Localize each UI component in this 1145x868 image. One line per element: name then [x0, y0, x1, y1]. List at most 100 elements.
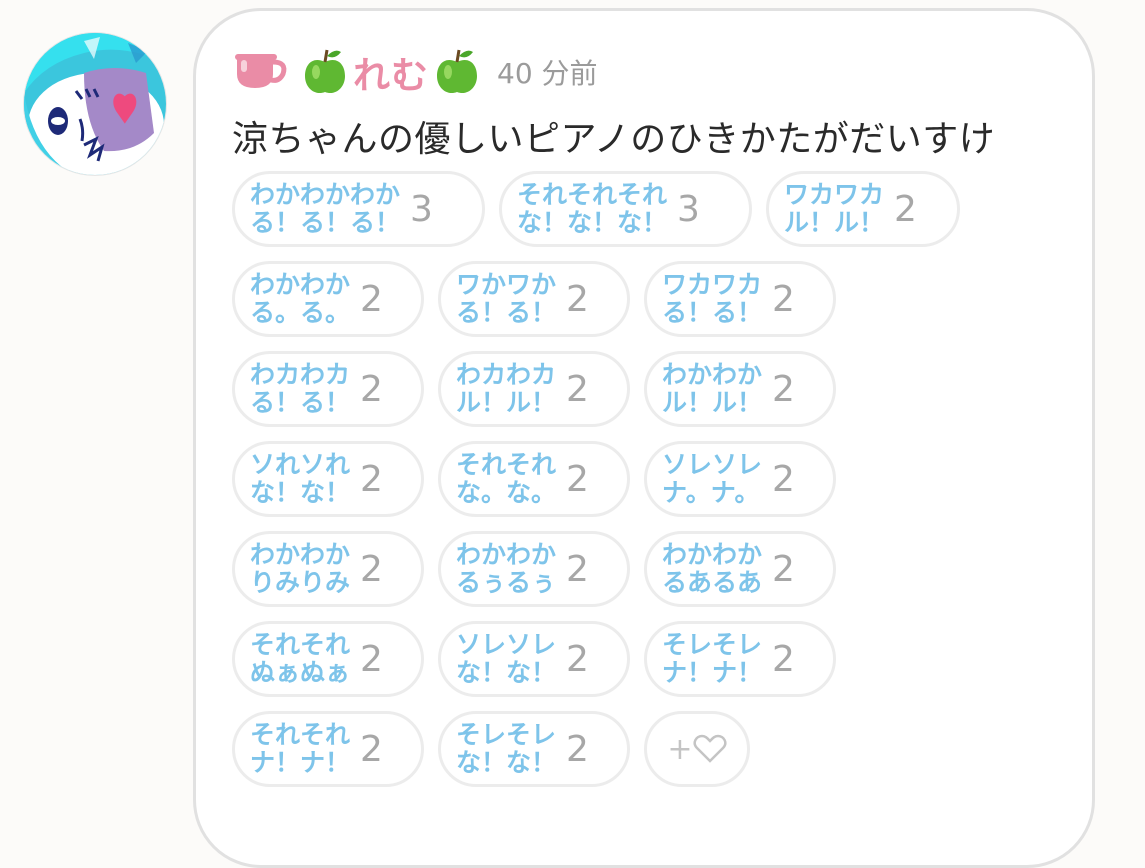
reaction-label-line: る！る！ [456, 298, 557, 327]
reaction-label-line: そレそレ [662, 630, 763, 659]
reaction-row: わかわか りみりみ 2 わかわか るぅるぅ 2 わかわか るあるあ 2 [232, 531, 1072, 607]
reaction-label: そレそレ ナ！ナ！ [662, 631, 762, 687]
reaction-count: 3 [677, 188, 700, 230]
reaction-chip[interactable]: ワかワか る！る！ 2 [438, 261, 630, 337]
avatar[interactable] [24, 33, 166, 175]
reaction-row: それそれ ナ！ナ！ 2 そレそレ な！な！ 2 + [232, 711, 1072, 787]
add-reaction-button[interactable]: + [644, 711, 750, 787]
reaction-chip[interactable]: わかわか ル！ル！ 2 [644, 351, 836, 427]
reaction-chip[interactable]: そレそレ な！な！ 2 [438, 711, 630, 787]
reaction-label: わカわカ ル！ル！ [456, 361, 556, 417]
reaction-chip[interactable]: わかわか るあるあ 2 [644, 531, 836, 607]
heart-outline-icon [693, 734, 727, 763]
reaction-chip[interactable]: わかわか りみりみ 2 [232, 531, 424, 607]
reaction-label: ワカワカ る！る！ [662, 271, 762, 327]
reaction-chip[interactable]: それそれ ぬぁぬぁ 2 [232, 621, 424, 697]
reaction-count: 2 [566, 458, 589, 500]
reaction-count: 2 [894, 188, 917, 230]
plus-icon: + [667, 731, 693, 767]
reaction-chip[interactable]: わかわかわか る！る！る！ 3 [232, 171, 485, 247]
reaction-chip[interactable]: それそれそれ な！な！な！ 3 [499, 171, 752, 247]
reaction-label-line: ル！ル！ [784, 208, 885, 237]
reaction-label-line: る。る。 [250, 298, 351, 327]
reaction-label-line: ソレソレ [456, 630, 557, 659]
reaction-row: ソれソれ な！な！ 2 それそれ な。な。 2 ソレソレ ナ。ナ。 2 [232, 441, 1072, 517]
reaction-label-line: わかわかわか [250, 180, 401, 209]
reaction-label-line: ソレソレ [662, 450, 763, 479]
reaction-label: わかわかわか る！る！る！ [250, 181, 400, 237]
timestamp: 40 分前 [497, 57, 598, 90]
reaction-label: わかわか るぅるぅ [456, 541, 556, 597]
reaction-label: わかわか ル！ル！ [662, 361, 762, 417]
reaction-count: 2 [566, 278, 589, 320]
reaction-count: 3 [410, 188, 433, 230]
reaction-chip[interactable]: わカわカ る！る！ 2 [232, 351, 424, 427]
reaction-label: ソれソれ な！な！ [250, 451, 350, 507]
reaction-chip[interactable]: それそれ ナ！ナ！ 2 [232, 711, 424, 787]
green-apple-icon [437, 49, 477, 94]
reaction-label-line: わかわか [250, 540, 351, 569]
reaction-label: わかわか る。る。 [250, 271, 350, 327]
reaction-label: ワかワか る！る！ [456, 271, 556, 327]
reaction-label-line: る！る！ [250, 388, 351, 417]
reaction-count: 2 [360, 368, 383, 410]
reaction-label: そレそレ な！な！ [456, 721, 556, 777]
reaction-row: わかわかわか る！る！る！ 3 それそれそれ な！な！な！ 3 ワカワカ ル！ル！ 2 [232, 171, 1072, 247]
reaction-label: わかわか りみりみ [250, 541, 350, 597]
reaction-chip[interactable]: ソレソレ な！な！ 2 [438, 621, 630, 697]
reaction-label-line: ナ。ナ。 [662, 478, 760, 507]
reaction-label-line: ワカワカ [784, 180, 885, 209]
reaction-label-line: ル！ル！ [662, 388, 763, 417]
green-apple-icon [305, 49, 345, 94]
reaction-label-line: ル！ル！ [456, 388, 557, 417]
reaction-chip[interactable]: ワカワカ る！る！ 2 [644, 261, 836, 337]
reaction-row: わかわか る。る。 2 ワかワか る！る！ 2 ワカワカ る！る！ 2 [232, 261, 1072, 337]
reaction-label: それそれ な。な。 [456, 451, 556, 507]
reaction-label-line: ナ！ナ！ [662, 658, 763, 687]
reaction-label-line: わかわか [662, 540, 763, 569]
reaction-chip[interactable]: それそれ な。な。 2 [438, 441, 630, 517]
reaction-label-line: るあるあ [662, 568, 763, 597]
reaction-label-line: な！な！ [250, 478, 351, 507]
reaction-label-line: わかわか [456, 540, 557, 569]
reaction-count: 2 [772, 368, 795, 410]
reaction-label-line: ナ！ナ！ [250, 748, 351, 777]
reaction-chip[interactable]: わカわカ ル！ル！ 2 [438, 351, 630, 427]
reaction-count: 2 [772, 458, 795, 500]
reaction-list: わかわかわか る！る！る！ 3 それそれそれ な！な！な！ 3 ワカワカ ル！ル！ 2 わかわかる… [232, 171, 1072, 801]
reaction-count: 2 [566, 548, 589, 590]
reaction-count: 2 [360, 278, 383, 320]
reaction-count: 2 [360, 638, 383, 680]
reaction-label-line: それそれそれ [517, 180, 668, 209]
reaction-label-line: ソれソれ [250, 450, 351, 479]
reaction-count: 2 [772, 278, 795, 320]
reaction-label-line: な！な！ [456, 748, 557, 777]
reaction-label-line: そレそレ [456, 720, 557, 749]
reaction-label: それそれ ぬぁぬぁ [250, 631, 350, 687]
reaction-label-line: わカわカ [456, 360, 557, 389]
post-header: れむ 40 分前 [233, 46, 598, 98]
reaction-chip[interactable]: わかわか るぅるぅ 2 [438, 531, 630, 607]
reaction-label-line: な。な。 [456, 478, 557, 507]
reaction-chip[interactable]: ワカワカ ル！ル！ 2 [766, 171, 960, 247]
reaction-count: 2 [772, 638, 795, 680]
reaction-label: わかわか るあるあ [662, 541, 762, 597]
reaction-chip[interactable]: ソレソレ ナ。ナ。 2 [644, 441, 836, 517]
reaction-label-line: わかわか [662, 360, 763, 389]
reaction-label: ソレソレ ナ。ナ。 [662, 451, 762, 507]
reaction-label-line: るぅるぅ [456, 568, 557, 597]
reaction-chip[interactable]: そレそレ ナ！ナ！ 2 [644, 621, 836, 697]
reaction-label-line: りみりみ [250, 568, 351, 597]
reaction-label-line: な！な！ [456, 658, 557, 687]
reaction-count: 2 [360, 548, 383, 590]
reaction-count: 2 [360, 458, 383, 500]
reaction-label-line: それそれ [250, 630, 351, 659]
reaction-chip[interactable]: わかわか る。る。 2 [232, 261, 424, 337]
reaction-label-line: わかわか [250, 270, 351, 299]
reaction-chip[interactable]: ソれソれ な！な！ 2 [232, 441, 424, 517]
reaction-label: ワカワカ ル！ル！ [784, 181, 884, 237]
reaction-label-line: な！な！な！ [517, 208, 668, 237]
author-name[interactable]: れむ [353, 45, 429, 99]
reaction-label-line: それそれ [250, 720, 351, 749]
reaction-label: それそれ ナ！ナ！ [250, 721, 350, 777]
